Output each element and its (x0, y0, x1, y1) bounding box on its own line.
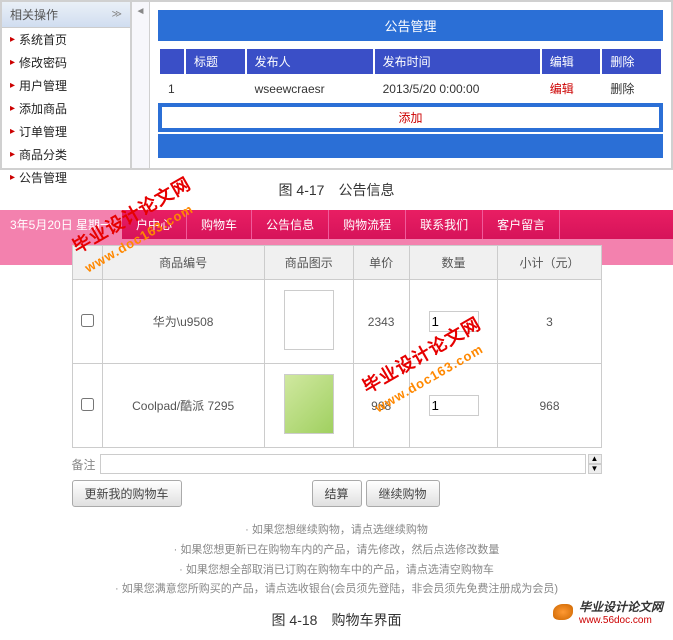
col-sn: 商品编号 (102, 246, 264, 280)
sidebar-header: 相关操作 ≫ (2, 2, 130, 28)
bullet-icon: ▸ (10, 80, 15, 91)
sidebar-item-categories[interactable]: ▸商品分类 (2, 143, 130, 166)
sidebar-item-home[interactable]: ▸系统首页 (2, 28, 130, 51)
bullet-icon: ▸ (10, 103, 15, 114)
footer-logo: 毕业设计论文网 www.56doc.com (553, 598, 663, 626)
tip-line: 如果您想全部取消已订购在购物车中的产品，请点选清空购物车 (0, 561, 673, 581)
footer-text: 毕业设计论文网 (579, 598, 663, 615)
row-price: 2343 (353, 280, 409, 364)
sidebar-item-password[interactable]: ▸修改密码 (2, 51, 130, 74)
col-edit: 编辑 (542, 49, 601, 74)
col-delete: 删除 (602, 49, 661, 74)
col-img: 商品图示 (264, 246, 353, 280)
add-row-bar: 添加 (158, 103, 663, 132)
table-row: 1 wseewcraesr 2013/5/20 0:00:00 编辑 删除 (160, 76, 661, 101)
cart-row: 华为\u9508 2343 3 (72, 280, 601, 364)
bullet-icon: ▸ (10, 57, 15, 68)
add-link[interactable]: 添加 (162, 107, 659, 128)
sidebar-item-orders[interactable]: ▸订单管理 (2, 120, 130, 143)
edit-link[interactable]: 编辑 (550, 82, 574, 96)
note-scroll: ▲ ▼ (588, 454, 602, 474)
nav-cart[interactable]: 购物车 (187, 210, 252, 239)
product-image (284, 290, 334, 350)
bullet-icon: ▸ (10, 149, 15, 160)
col-price: 单价 (353, 246, 409, 280)
cart-date: 3年5月20日 星期一 (0, 210, 122, 239)
delete-link[interactable]: 删除 (610, 82, 634, 96)
row-subtotal: 3 (498, 280, 601, 364)
col-subtotal: 小计（元） (498, 246, 601, 280)
cart-tips: 如果您想继续购物，请点选继续购物 如果您想更新已在购物车内的产品，请先修改，然后… (0, 521, 673, 600)
admin-sidebar: 相关操作 ≫ ▸系统首页 ▸修改密码 ▸用户管理 ▸添加商品 ▸订单管理 ▸商品… (2, 2, 132, 168)
cart-table: 商品编号 商品图示 单价 数量 小计（元） 华为\u9508 2343 3 Co… (72, 245, 602, 448)
cart-footer: 备注 ▲ ▼ 更新我的购物车 结算 继续购物 (72, 454, 602, 507)
nav-contact[interactable]: 联系我们 (406, 210, 483, 239)
collapse-bar[interactable]: ◄ (132, 2, 150, 168)
row-id: 1 (160, 76, 184, 101)
footer-url: www.56doc.com (579, 615, 663, 626)
tip-line: 如果您想更新已在购物车内的产品，请先修改，然后点选修改数量 (0, 541, 673, 561)
row-publisher: wseewcraesr (247, 76, 373, 101)
sidebar-item-announcements[interactable]: ▸公告管理 (2, 166, 130, 189)
scroll-down-icon[interactable]: ▼ (588, 464, 602, 474)
qty-input[interactable] (429, 311, 479, 332)
nav-feedback[interactable]: 客户留言 (483, 210, 560, 239)
main-panel: 公告管理 标题 发布人 发布时间 编辑 删除 1 wseewcraesr 201… (150, 2, 671, 168)
nav-flow[interactable]: 购物流程 (329, 210, 406, 239)
scroll-up-icon[interactable]: ▲ (588, 454, 602, 464)
cart-nav: 3年5月20日 星期一 户中心 购物车 公告信息 购物流程 联系我们 客户留言 (0, 210, 673, 239)
sidebar-item-add-product[interactable]: ▸添加商品 (2, 97, 130, 120)
row-subtotal: 968 (498, 364, 601, 448)
note-input[interactable] (100, 454, 586, 474)
row-checkbox[interactable] (81, 314, 94, 327)
row-sn: Coolpad/酷派 7295 (102, 364, 264, 448)
bottom-blue-bar (158, 134, 663, 158)
col-qty: 数量 (409, 246, 498, 280)
row-price: 968 (353, 364, 409, 448)
globe-icon (553, 604, 573, 620)
admin-panel: 相关操作 ≫ ▸系统首页 ▸修改密码 ▸用户管理 ▸添加商品 ▸订单管理 ▸商品… (0, 0, 673, 170)
update-cart-button[interactable]: 更新我的购物车 (72, 480, 182, 507)
row-sn: 华为\u9508 (102, 280, 264, 364)
nav-user-center[interactable]: 户中心 (122, 210, 187, 239)
nav-announce[interactable]: 公告信息 (252, 210, 329, 239)
sidebar-item-users[interactable]: ▸用户管理 (2, 74, 130, 97)
tip-line: 如果您想继续购物，请点选继续购物 (0, 521, 673, 541)
sidebar-title: 相关操作 (10, 6, 58, 23)
product-image (284, 374, 334, 434)
col-title: 标题 (186, 49, 245, 74)
checkout-button[interactable]: 结算 (312, 480, 362, 507)
cart-section: 3年5月20日 星期一 户中心 购物车 公告信息 购物流程 联系我们 客户留言 … (0, 210, 673, 600)
cart-row: Coolpad/酷派 7295 968 968 (72, 364, 601, 448)
bullet-icon: ▸ (10, 126, 15, 137)
note-label: 备注 (72, 456, 96, 473)
row-checkbox[interactable] (81, 398, 94, 411)
panel-title: 公告管理 (158, 10, 663, 41)
bullet-icon: ▸ (10, 172, 15, 183)
qty-input[interactable] (429, 395, 479, 416)
announcement-table: 标题 发布人 发布时间 编辑 删除 1 wseewcraesr 2013/5/2… (158, 47, 663, 103)
row-time: 2013/5/20 0:00:00 (375, 76, 540, 101)
continue-button[interactable]: 继续购物 (366, 480, 440, 507)
expand-icon[interactable]: ≫ (112, 9, 122, 20)
col-publisher: 发布人 (247, 49, 373, 74)
col-time: 发布时间 (375, 49, 540, 74)
collapse-arrow-icon: ◄ (136, 6, 146, 17)
sidebar-list: ▸系统首页 ▸修改密码 ▸用户管理 ▸添加商品 ▸订单管理 ▸商品分类 ▸公告管… (2, 28, 130, 189)
bullet-icon: ▸ (10, 34, 15, 45)
